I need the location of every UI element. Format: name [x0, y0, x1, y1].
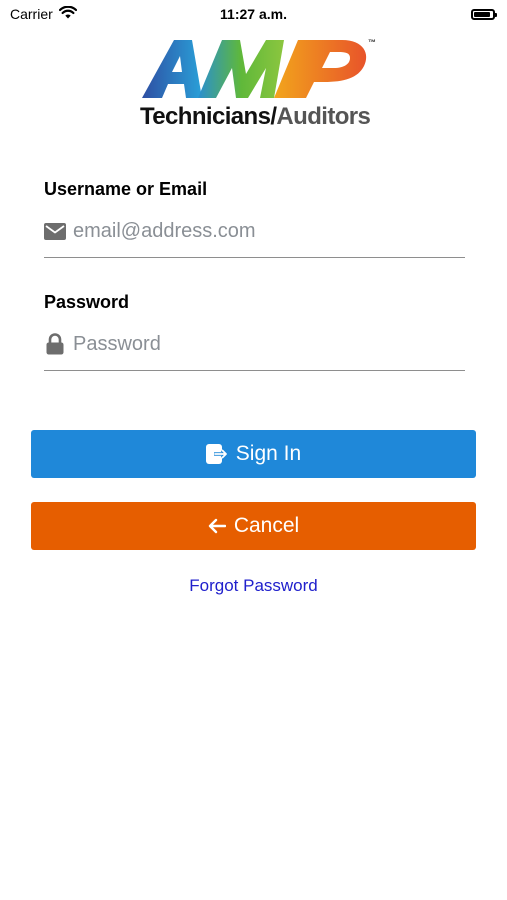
username-input-row[interactable]	[44, 211, 465, 258]
cancel-label: Cancel	[233, 514, 300, 537]
amp-logo-mark	[142, 40, 367, 98]
status-left: Carrier	[10, 5, 77, 22]
password-field-group: Password	[44, 292, 465, 371]
username-label: Username or Email	[44, 179, 208, 199]
sign-in-button[interactable]: Sign In	[31, 430, 476, 478]
arrow-left-icon	[208, 518, 226, 534]
logo-tagline-secondary: Auditors	[276, 103, 371, 130]
status-bar: Carrier 11:27 a.m.	[0, 0, 507, 28]
sign-in-icon	[205, 444, 228, 464]
username-input[interactable]	[73, 219, 453, 243]
logo-tagline: Technicians/Auditors	[140, 103, 371, 131]
lock-icon	[44, 333, 66, 355]
trademark-mark: ™	[368, 38, 376, 47]
sign-in-label: Sign In	[235, 442, 302, 465]
app-logo: ™ Technicians/Auditors	[138, 34, 383, 134]
password-label: Password	[44, 292, 130, 312]
battery-icon	[471, 8, 497, 20]
logo-tagline-primary: Technicians/	[140, 103, 277, 130]
forgot-password-link[interactable]: Forgot Password	[0, 576, 507, 596]
password-input-row[interactable]	[44, 324, 465, 371]
carrier-label: Carrier	[10, 6, 53, 22]
status-right	[471, 8, 497, 20]
envelope-icon	[44, 220, 66, 242]
wifi-icon	[58, 5, 77, 22]
username-field-group: Username or Email	[44, 179, 465, 258]
password-input[interactable]	[73, 332, 453, 356]
cancel-button[interactable]: Cancel	[31, 502, 476, 550]
battery-level	[474, 11, 490, 17]
